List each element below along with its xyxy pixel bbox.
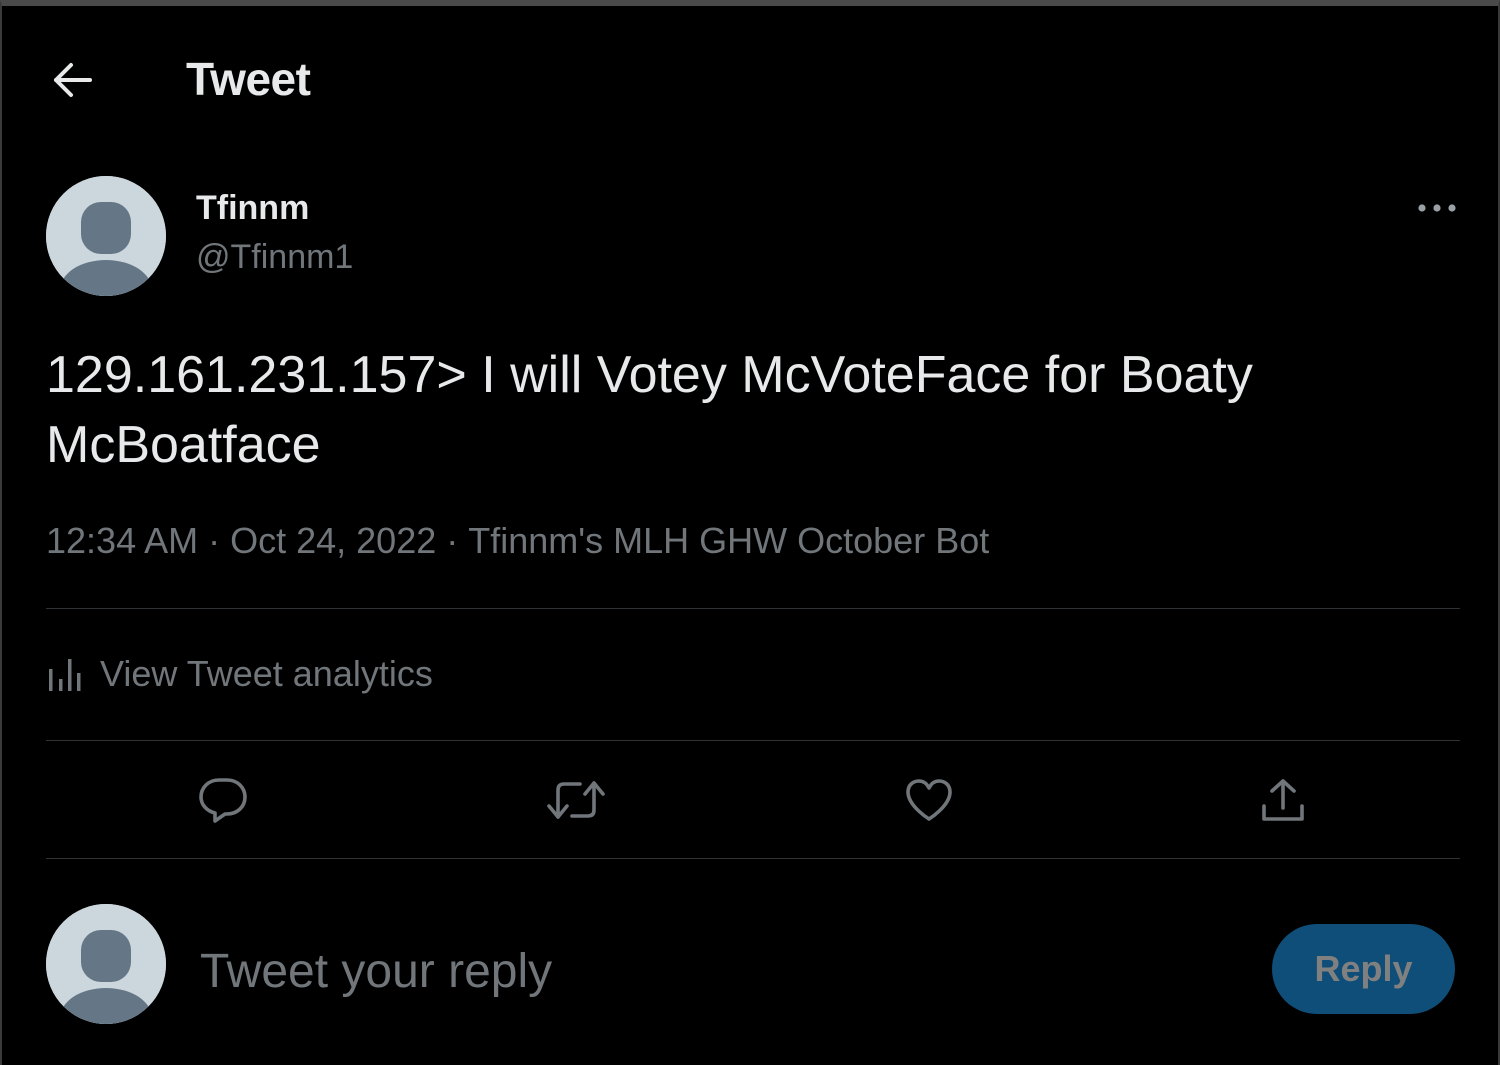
divider [46, 740, 1460, 741]
retweet-action-button[interactable] [544, 768, 608, 832]
bar-chart-icon [49, 659, 81, 691]
tweet-metadata: 12:34 AM · Oct 24, 2022 · Tfinnm's MLH GHW O… [46, 520, 989, 562]
reply-action-button[interactable] [191, 768, 255, 832]
default-user-silhouette-icon [46, 904, 166, 1024]
current-user-avatar[interactable] [46, 904, 166, 1024]
page-title: Tweet [186, 53, 311, 105]
heart-icon [906, 779, 952, 821]
reply-input[interactable] [200, 936, 1240, 1006]
tweet-text: 129.161.231.157> I will Votey McVoteFace… [46, 346, 1253, 474]
tweet-page: Tweet Tfinnm @Tfinnm1 129.161.231.157> I… [0, 0, 1500, 1065]
more-horizontal-icon [1418, 204, 1456, 212]
default-user-silhouette-icon [46, 176, 166, 296]
analytics-label: View Tweet analytics [100, 653, 433, 694]
tweet-time: 12:34 AM [46, 520, 199, 561]
share-upload-icon [1262, 779, 1304, 821]
tweet-source[interactable]: Tfinnm's MLH GHW October Bot [468, 520, 989, 561]
meta-separator: · [446, 520, 459, 561]
view-analytics-link[interactable]: View Tweet analytics [46, 646, 433, 702]
tweet-timestamp[interactable]: 12:34 AM · Oct 24, 2022 [46, 520, 436, 561]
arrow-left-icon [54, 63, 92, 97]
meta-separator: · [208, 520, 221, 561]
author-handle[interactable]: @Tfinnm1 [196, 238, 353, 277]
author-avatar[interactable] [46, 176, 166, 296]
divider [46, 858, 1460, 859]
share-action-button[interactable] [1251, 768, 1315, 832]
author-name[interactable]: Tfinnm [196, 189, 309, 228]
speech-bubble-icon [199, 778, 247, 823]
divider [46, 608, 1460, 609]
back-button[interactable] [42, 56, 102, 104]
retweet-icon [547, 781, 605, 819]
tweet-date: Oct 24, 2022 [230, 520, 437, 561]
like-action-button[interactable] [897, 768, 961, 832]
more-options-button[interactable] [1408, 188, 1466, 228]
reply-button[interactable]: Reply [1272, 924, 1455, 1014]
